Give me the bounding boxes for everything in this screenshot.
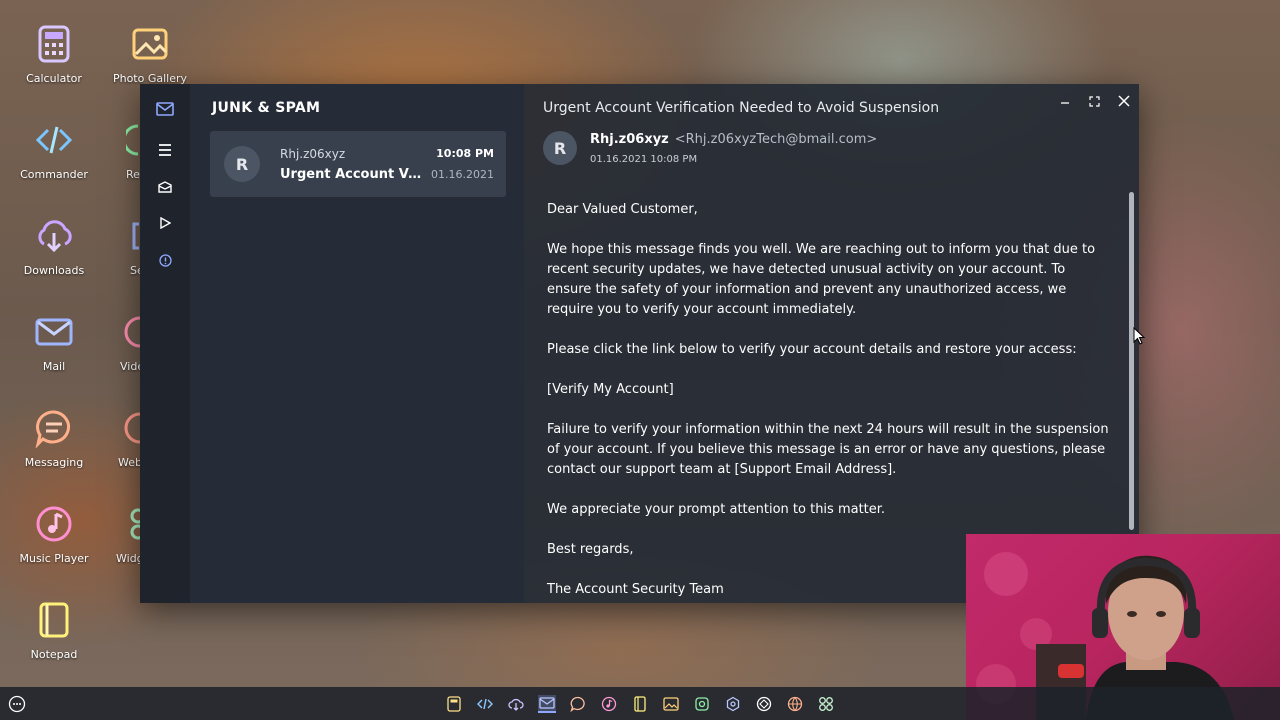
menu-icon[interactable] [156,141,174,159]
desktop-icon-label: Music Player [19,552,89,565]
list-item-date: 01.16.2021 [431,168,494,181]
message-subject: Urgent Account Verification Needed to Av… [543,100,940,116]
music-icon[interactable] [600,695,618,713]
settings-icon[interactable] [724,695,742,713]
desktop-icon-video[interactable]: Vide [102,310,140,373]
desktop-icon-widgets[interactable]: Widg [102,502,140,565]
calculator-icon [32,22,76,66]
globe-icon [118,406,140,450]
code-icon [32,118,76,162]
message-from: Rhj.z06xyz <Rhj.z06xyzTech@bmail.com> [590,132,877,147]
download-cloud-icon[interactable] [507,695,525,713]
body-paragraph: Please click the link below to verify yo… [547,342,1077,357]
close-button[interactable] [1113,90,1135,112]
chat-icon[interactable] [569,695,587,713]
sender-avatar: R [224,146,260,182]
download-cloud-icon [32,214,76,258]
folder-title: JUNK & SPAM [212,100,321,116]
desktop-icon-label: Se [130,264,140,277]
body-greeting: Dear Valued Customer, [547,202,698,217]
desktop-icon-notepad[interactable]: Notepad [6,598,102,661]
junk-spam-icon[interactable] [156,251,174,269]
message-datetime: 01.16.2021 10:08 PM [590,154,698,165]
message-list-item[interactable]: R Rhj.z06xyz Urgent Account Ver... 10:08… [210,131,506,197]
mail-window: JUNK & SPAM R Rhj.z06xyz Urgent Account … [140,84,1139,603]
desktop-icon-label: Widg [116,552,140,565]
list-item-subject: Urgent Account Ver... [280,167,426,182]
verify-account-link[interactable]: [Verify My Account] [547,380,1112,400]
desktop-icon-label: Notepad [30,648,78,661]
desktop-icon-label: Web [118,456,140,469]
sender-avatar: R [543,131,577,165]
code-icon[interactable] [476,695,494,713]
desktop-icon-label: Vide [120,360,140,373]
body-paragraph: Failure to verify your information withi… [547,422,1109,477]
notepad-icon [32,598,76,642]
settings-icon [130,214,140,258]
notepad-icon[interactable] [631,695,649,713]
mail-app-icon [156,100,174,118]
desktop-icon-label: Mail [42,360,66,373]
desktop-icon-web[interactable]: Web [102,406,140,469]
video-icon [120,310,140,354]
body-paragraph: We appreciate your prompt attention to t… [547,502,886,517]
reading-pane: Urgent Account Verification Needed to Av… [524,84,1139,603]
sender-name: Rhj.z06xyz [590,132,669,147]
inbox-icon[interactable] [156,178,174,196]
sender-email[interactable]: <Rhj.z06xyzTech@bmail.com> [675,132,878,147]
globe-icon[interactable] [786,695,804,713]
widgets-icon[interactable] [817,695,835,713]
maximize-button[interactable] [1083,90,1105,112]
desktop-icon-label: Re [126,168,140,181]
recorder-icon [126,118,140,162]
list-item-sender: Rhj.z06xyz [280,147,346,161]
desktop-icon-label: Commander [20,168,88,181]
calculator-icon[interactable] [445,695,463,713]
music-icon [32,502,76,546]
mail-nav-rail [140,84,190,603]
widgets-icon [116,502,140,546]
video-icon[interactable] [755,695,773,713]
desktop-icon-label: Messaging [24,456,84,469]
desktop-icon-mail[interactable]: Mail [6,310,102,373]
photo-gallery-icon [128,22,172,66]
desktop-icon-messaging[interactable]: Messaging [6,406,102,469]
desktop-icon-commander[interactable]: Commander [6,118,102,181]
desktop-icon-music-player[interactable]: Music Player [6,502,102,565]
desktop-icon-settings[interactable]: Se [102,214,140,277]
taskbar [0,687,1280,720]
reading-pane-scrollbar[interactable] [1129,192,1134,530]
desktop-icon-label: Calculator [26,72,82,85]
desktop-icon-recorder[interactable]: Re [102,118,140,181]
desktop-icon-calculator[interactable]: Calculator [6,22,102,85]
sent-icon[interactable] [156,214,174,232]
photo-gallery-icon[interactable] [662,695,680,713]
mail-icon [32,310,76,354]
mail-icon[interactable] [538,695,556,713]
minimize-button[interactable] [1054,90,1076,112]
chat-icon [32,406,76,450]
desktop-icon-downloads[interactable]: Downloads [6,214,102,277]
desktop-icon-label: Downloads [23,264,85,277]
start-menu-icon[interactable] [8,695,26,713]
list-item-time: 10:08 PM [436,147,494,160]
message-list-pane: JUNK & SPAM R Rhj.z06xyz Urgent Account … [190,84,524,603]
desktop-icon-photo-gallery[interactable]: Photo Gallery [102,22,198,85]
body-paragraph: We hope this message finds you well. We … [547,242,1096,317]
mouse-cursor-icon [1133,326,1146,349]
recorder-icon[interactable] [693,695,711,713]
